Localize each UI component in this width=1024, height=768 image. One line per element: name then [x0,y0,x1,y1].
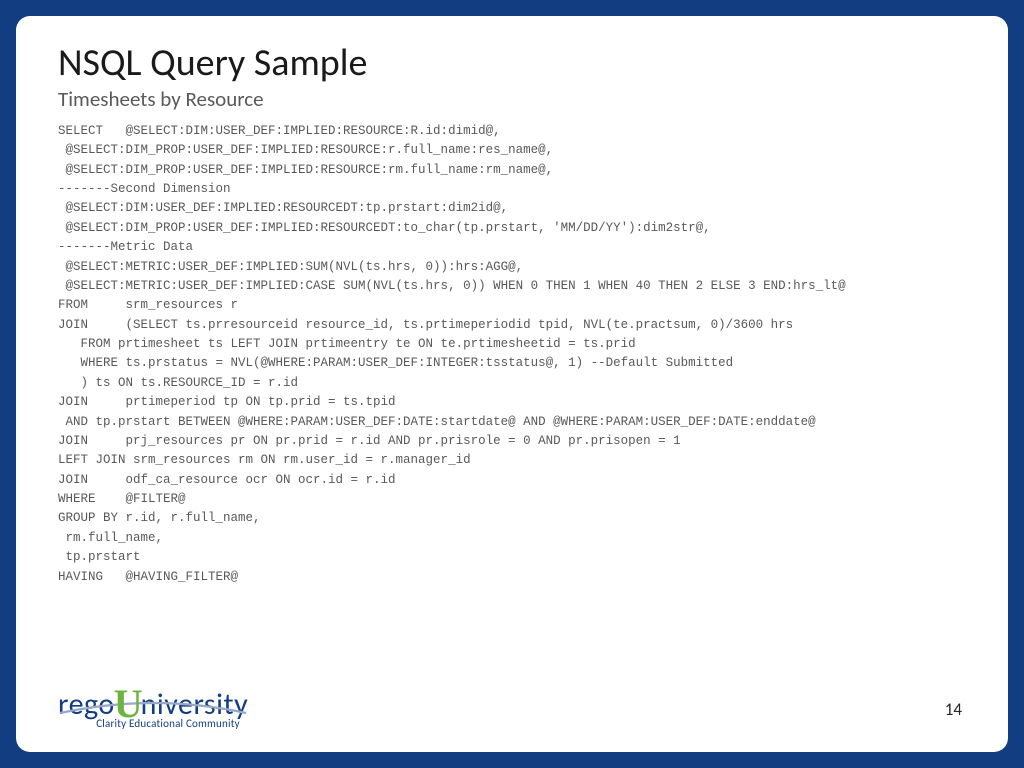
page-number: 14 [945,699,962,720]
slide-subtitle: Timesheets by Resource [58,86,966,112]
slide-frame: NSQL Query Sample Timesheets by Resource… [0,0,1024,768]
logo-text-u: U [114,680,143,727]
logo: regoUniversity Clarity Educational Commu… [58,677,278,730]
slide-title: NSQL Query Sample [58,44,966,84]
logo-swoosh-icon [58,699,248,717]
code-block: SELECT @SELECT:DIM:USER_DEF:IMPLIED:RESO… [58,122,966,587]
slide: NSQL Query Sample Timesheets by Resource… [16,16,1008,752]
logo-wordmark: regoUniversity [58,677,278,719]
